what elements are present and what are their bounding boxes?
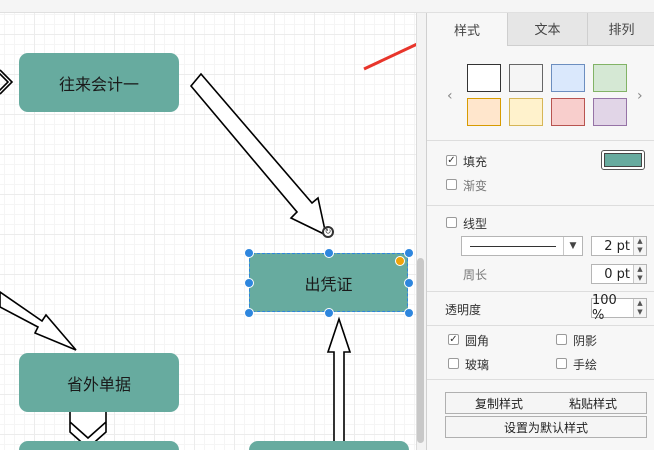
glass-checkbox[interactable] [448, 358, 459, 369]
node-intercompany-accountant[interactable]: 往来会计一 [19, 53, 179, 112]
tab-text[interactable]: 文本 [507, 12, 587, 46]
rounded-label: 圆角 [465, 334, 490, 348]
line-width-stepper[interactable]: 2 pt ▲ ▼ [591, 236, 647, 256]
chevron-down-icon: ▼ [563, 237, 582, 255]
arrow-to-outside-docs[interactable] [0, 291, 77, 351]
resize-handle[interactable] [244, 308, 254, 318]
style-swatch[interactable] [593, 98, 627, 126]
opacity-stepper[interactable]: 100 % ▲ ▼ [591, 293, 647, 323]
node-voucher[interactable]: 出凭证 [249, 253, 408, 312]
style-swatch[interactable] [467, 98, 501, 126]
chevron-left-icon[interactable]: ‹ [447, 88, 453, 104]
perimeter-stepper[interactable]: 0 pt ▲ ▼ [591, 264, 647, 284]
glass-label: 玻璃 [465, 358, 490, 372]
chevron-right-icon[interactable]: › [637, 88, 643, 104]
perimeter-label: 周长 [463, 268, 488, 282]
sketch-label: 手绘 [573, 358, 598, 372]
set-default-style-button[interactable]: 设置为默认样式 [445, 416, 647, 438]
scrollbar-thumb[interactable] [417, 258, 424, 443]
resize-handle[interactable] [244, 248, 254, 258]
resize-handle[interactable] [324, 248, 334, 258]
style-swatch[interactable] [551, 64, 585, 92]
style-swatch[interactable] [593, 64, 627, 92]
corner-radius-handle[interactable] [395, 256, 405, 266]
fill-label: 填充 [463, 155, 488, 169]
gradient-checkbox[interactable] [446, 179, 457, 190]
node-bottom-left[interactable] [19, 441, 179, 450]
node-bottom-right[interactable] [249, 441, 409, 450]
copy-style-button[interactable]: 复制样式 粘贴样式 [445, 392, 647, 414]
rounded-checkbox[interactable]: ✓ [448, 334, 459, 345]
top-toolbar-strip [0, 0, 654, 13]
line-pattern-select[interactable]: ▼ [461, 236, 583, 256]
style-swatch[interactable] [467, 64, 501, 92]
arrow-up-to-voucher[interactable] [326, 316, 352, 446]
resize-handle[interactable] [404, 278, 414, 288]
diagram-canvas[interactable]: 往来会计一 出凭证 省外单据 ↻ [0, 0, 416, 450]
rotate-icon[interactable]: ↻ [322, 226, 334, 238]
line-label: 线型 [463, 217, 488, 231]
node-outside-province-docs[interactable]: 省外单据 [19, 353, 179, 412]
tab-style[interactable]: 样式 [427, 12, 507, 46]
resize-handle[interactable] [404, 308, 414, 318]
gradient-label: 渐变 [463, 179, 488, 193]
left-edge-arrow[interactable] [0, 69, 14, 95]
fill-color-button[interactable] [601, 150, 645, 170]
sketch-checkbox[interactable] [556, 358, 567, 369]
opacity-label: 透明度 [445, 303, 482, 317]
shadow-checkbox[interactable] [556, 334, 567, 345]
line-checkbox[interactable] [446, 217, 457, 228]
arrow-to-voucher[interactable] [189, 72, 328, 237]
tab-arrange[interactable]: 排列 [587, 12, 654, 46]
fill-checkbox[interactable]: ✓ [446, 155, 457, 166]
resize-handle[interactable] [404, 248, 414, 258]
style-swatch[interactable] [509, 98, 543, 126]
resize-handle[interactable] [324, 308, 334, 318]
format-panel: 样式 文本 排列 ‹ › ✓ 填充 渐变 线型 ▼ 2 pt ▲ ▼ 周长 0 pt… [426, 12, 654, 450]
style-swatch[interactable] [551, 98, 585, 126]
resize-handle[interactable] [244, 278, 254, 288]
style-swatch[interactable] [509, 64, 543, 92]
shadow-label: 阴影 [573, 334, 598, 348]
